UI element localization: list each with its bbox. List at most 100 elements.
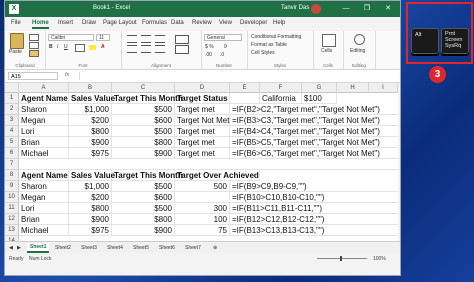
tab-help[interactable]: Help [273,20,285,26]
sheet-nav-right-icon[interactable]: ▶ [17,245,21,251]
align-bottom-icon[interactable] [155,35,165,43]
cell-a12[interactable]: Brian [19,214,69,225]
cell-g1[interactable]: $100 [302,93,337,104]
cell-a13[interactable]: Michael [19,225,69,236]
conditional-formatting-button[interactable]: Conditional Formatting [251,34,301,40]
cell-c3[interactable]: $600 [112,115,175,126]
cell-e2[interactable]: =IF(B2>C2,"Target met","Target Not Met") [230,104,398,115]
cell-d4[interactable]: Target met [175,126,230,137]
tab-file[interactable]: File [11,20,21,26]
align-middle-icon[interactable] [141,35,151,43]
cell-b12[interactable]: $900 [69,214,112,225]
row-header[interactable]: 6 [5,148,19,159]
cell-b10[interactable]: $200 [69,192,112,203]
cell-a6[interactable]: Michael [19,148,69,159]
cell-d3[interactable]: Target Not Met [175,115,230,126]
cell-d12[interactable]: 100 [175,214,230,225]
row-header[interactable]: 7 [5,159,19,170]
cell-d8[interactable]: Target Over Achieved [175,170,260,181]
column-header-b[interactable]: B [69,83,112,93]
cell-c9[interactable]: $500 [112,181,175,192]
cell-a10[interactable]: Megan [19,192,69,203]
add-sheet-icon[interactable]: ⊕ [213,245,217,251]
cell-b6[interactable]: $975 [69,148,112,159]
cell-c11[interactable]: $500 [112,203,175,214]
avatar[interactable] [311,4,321,14]
cell-a3[interactable]: Megan [19,115,69,126]
cell-c8[interactable]: Target This Month [112,170,183,181]
cell-a11[interactable]: Lori [19,203,69,214]
name-box[interactable]: A15 [8,72,58,80]
cells-icon[interactable] [322,34,336,47]
cell-a5[interactable]: Brian [19,137,69,148]
cell-e9[interactable]: =IF(B9>C9,B9-C9,"") [230,181,398,192]
paste-icon[interactable] [10,33,24,49]
minimize-button[interactable]: — [340,4,352,14]
cell-d2[interactable]: Target met [175,104,230,115]
cell-d11[interactable]: 300 [175,203,230,214]
column-header-i[interactable]: I [369,83,398,93]
align-right-icon[interactable] [155,45,165,53]
row-header[interactable]: 10 [5,192,19,203]
number-format-box[interactable]: General [204,34,242,41]
cell-d10[interactable] [175,192,230,203]
tab-view[interactable]: View [219,20,232,26]
copy-icon[interactable] [29,42,39,49]
restore-button[interactable]: ❐ [361,4,373,14]
cells-button[interactable]: Cells [321,48,332,54]
column-header-d[interactable]: D [175,83,230,93]
sheet-tab-3[interactable]: Sheet3 [81,245,97,251]
bold-icon[interactable]: B [49,44,53,50]
cell-a8[interactable]: Agent Name [19,170,69,181]
sheet-nav-left-icon[interactable]: ◀ [9,245,13,251]
cell-e1[interactable] [230,93,260,104]
tab-insert[interactable]: Insert [58,20,73,26]
underline-icon[interactable]: U [64,44,68,50]
cell-d13[interactable]: 75 [175,225,230,236]
cell-b8[interactable]: Sales Value [69,170,115,181]
italic-icon[interactable]: I [57,44,58,50]
cell-d9[interactable]: 500 [175,181,230,192]
cell-c5[interactable]: $800 [112,137,175,148]
font-size-box[interactable]: 11 [96,34,110,41]
row-header[interactable]: 12 [5,214,19,225]
row-header[interactable]: 13 [5,225,19,236]
cell-e11[interactable]: =IF(B11>C11,B11-C11,"") [230,203,398,214]
cell-a2[interactable]: Sharon [19,104,69,115]
tab-home[interactable]: Home [32,20,49,29]
cell-b1[interactable]: Sales Value [69,93,115,104]
increase-decimal-icon[interactable]: .00 [205,52,212,58]
zoom-slider[interactable] [317,258,367,259]
cell-a9[interactable]: Sharon [19,181,69,192]
cell-b11[interactable]: $800 [69,203,112,214]
column-header-f[interactable]: F [260,83,302,93]
wrap-text-icon[interactable] [175,35,189,44]
comma-style-icon[interactable]: 9 [224,44,227,50]
cell-a4[interactable]: Lori [19,126,69,137]
tab-data[interactable]: Data [171,20,184,26]
row-7-empty[interactable] [19,159,398,170]
tab-developer[interactable]: Developer [240,20,267,26]
cell-d5[interactable]: Target met [175,137,230,148]
align-left-icon[interactable] [127,45,137,53]
cell-b2[interactable]: $1,000 [69,104,112,115]
formula-input[interactable] [79,72,394,80]
sheet-tab-7[interactable]: Sheet7 [185,245,201,251]
font-name-box[interactable]: Calibri [48,34,94,41]
cell-e5[interactable]: =IF(B5>C5,"Target met","Target Not Met") [230,137,398,148]
align-top-icon[interactable] [127,35,137,43]
cell-d6[interactable]: Target met [175,148,230,159]
row-header[interactable]: 2 [5,104,19,115]
decrease-decimal-icon[interactable]: .0 [220,52,224,58]
close-button[interactable]: ✕ [382,4,394,14]
sheet-tab-5[interactable]: Sheet5 [133,245,149,251]
cell-a1[interactable]: Agent Name [19,93,69,104]
column-header-g[interactable]: G [302,83,337,93]
zoom-slider-thumb[interactable] [340,256,342,261]
cell-c10[interactable]: $600 [112,192,175,203]
zoom-level[interactable]: 100% [373,256,386,262]
fill-color-icon[interactable] [89,45,96,50]
format-painter-icon[interactable] [29,50,39,57]
cell-f1[interactable]: California [260,93,302,104]
cell-e4[interactable]: =IF(B4>C4,"Target met","Target Not Met") [230,126,398,137]
